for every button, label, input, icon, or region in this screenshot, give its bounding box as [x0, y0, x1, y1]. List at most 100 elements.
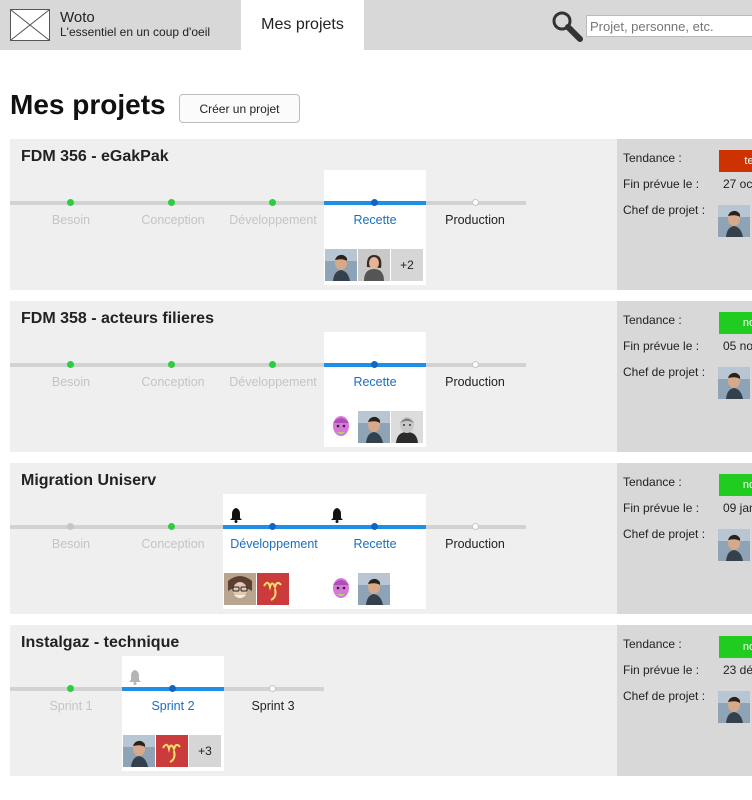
project-info-panel: Tendance : te Fin prévue le : 27 oct Che…: [617, 139, 752, 290]
app-tagline: L'essentiel en un coup d'oeil: [60, 25, 211, 39]
create-project-button[interactable]: Créer un projet: [179, 94, 300, 123]
project-card: FDM 356 - eGakPak Besoin Conception Déve…: [10, 139, 617, 290]
phase-dot: [371, 523, 378, 530]
end-date-label: Fin prévue le :: [623, 339, 700, 353]
timeline-track-done: [10, 525, 223, 529]
project-card: Instalgaz - technique Sprint 1 Sprint 2 …: [10, 625, 617, 776]
timeline-track-done: [10, 363, 324, 367]
phase-dot: [169, 685, 176, 692]
end-date-label: Fin prévue le :: [623, 663, 700, 677]
end-date-value: 05 no: [723, 339, 752, 353]
phase-dot: [168, 361, 175, 368]
trend-label: Tendance :: [623, 151, 682, 165]
phase-label[interactable]: Production: [424, 213, 526, 227]
phase-dot: [67, 685, 74, 692]
team-member-avatar[interactable]: [358, 411, 390, 443]
timeline-track-done: [10, 201, 324, 205]
end-date-label: Fin prévue le :: [623, 177, 700, 191]
project-manager-avatar[interactable]: [718, 529, 750, 561]
project-title[interactable]: Instalgaz - technique: [21, 634, 179, 652]
team-member-avatar[interactable]: [156, 735, 188, 767]
app-name: Woto: [60, 9, 95, 26]
phase-label[interactable]: Développement: [223, 537, 325, 551]
phase-label[interactable]: Développement: [222, 213, 324, 227]
phase-label[interactable]: Besoin: [20, 375, 122, 389]
phase-dot: [67, 361, 74, 368]
phase-dot: [269, 199, 276, 206]
bell-icon[interactable]: [229, 507, 243, 523]
phase-label[interactable]: Conception: [122, 537, 224, 551]
phase-label[interactable]: Sprint 2: [122, 699, 224, 713]
trend-badge: no: [719, 636, 752, 658]
end-date-label: Fin prévue le :: [623, 501, 700, 515]
team-member-avatar[interactable]: [391, 411, 423, 443]
phase-dot: [269, 685, 276, 692]
phase-dot: [472, 523, 479, 530]
trend-badge: te: [719, 150, 752, 172]
team-member-avatar[interactable]: [257, 573, 289, 605]
trend-label: Tendance :: [623, 475, 682, 489]
team-member-avatar[interactable]: [224, 573, 256, 605]
timeline-track-current: [223, 525, 426, 529]
search-icon[interactable]: [550, 10, 584, 44]
project-manager-label: Chef de projet :: [623, 365, 706, 379]
end-date-value: 27 oct: [723, 177, 752, 191]
phase-label[interactable]: Recette: [324, 375, 426, 389]
phase-dot: [472, 199, 479, 206]
project-info-panel: Tendance : no Fin prévue le : 23 dé Chef…: [617, 625, 752, 776]
team-member-avatar[interactable]: [123, 735, 155, 767]
phase-dot: [168, 523, 175, 530]
project-title[interactable]: Migration Uniserv: [21, 472, 156, 490]
top-bar: Woto L'essentiel en un coup d'oeil Mes p…: [0, 0, 752, 50]
timeline-track-done: [10, 687, 122, 691]
project-card: FDM 358 - acteurs filieres Besoin Concep…: [10, 301, 617, 452]
phase-label[interactable]: Recette: [324, 537, 426, 551]
project-manager-avatar[interactable]: [718, 205, 750, 237]
trend-label: Tendance :: [623, 313, 682, 327]
more-members-badge[interactable]: +2: [391, 249, 423, 281]
project-manager-avatar[interactable]: [718, 691, 750, 723]
project-info-panel: Tendance : no Fin prévue le : 09 jan Che…: [617, 463, 752, 614]
phase-dot: [472, 361, 479, 368]
phase-label[interactable]: Besoin: [20, 213, 122, 227]
phase-dot: [269, 361, 276, 368]
bell-icon[interactable]: [330, 507, 344, 523]
project-manager-label: Chef de projet :: [623, 689, 706, 703]
phase-dot: [67, 199, 74, 206]
phase-dot: [269, 523, 276, 530]
search-input[interactable]: [586, 15, 752, 37]
phase-label[interactable]: Sprint 1: [20, 699, 122, 713]
phase-label[interactable]: Recette: [324, 213, 426, 227]
bell-icon[interactable]: [128, 669, 142, 685]
team-member-avatar[interactable]: [325, 411, 357, 443]
project-info-panel: Tendance : no Fin prévue le : 05 no Chef…: [617, 301, 752, 452]
phase-dot: [371, 361, 378, 368]
project-manager-label: Chef de projet :: [623, 203, 706, 217]
phase-label[interactable]: Développement: [222, 375, 324, 389]
team-member-avatar[interactable]: [358, 249, 390, 281]
phase-dot: [371, 199, 378, 206]
phase-label[interactable]: Sprint 3: [222, 699, 324, 713]
phase-label[interactable]: Conception: [122, 213, 224, 227]
trend-label: Tendance :: [623, 637, 682, 651]
phase-label[interactable]: Production: [424, 375, 526, 389]
project-title[interactable]: FDM 356 - eGakPak: [21, 148, 169, 166]
phase-label[interactable]: Besoin: [20, 537, 122, 551]
phase-dot: [168, 199, 175, 206]
end-date-value: 23 dé: [723, 663, 752, 677]
project-manager-avatar[interactable]: [718, 367, 750, 399]
team-member-avatar[interactable]: [325, 573, 357, 605]
phase-label[interactable]: Production: [424, 537, 526, 551]
trend-badge: no: [719, 474, 752, 496]
team-member-avatar[interactable]: [358, 573, 390, 605]
trend-badge: no: [719, 312, 752, 334]
phase-dot: [67, 523, 74, 530]
page-title: Mes projets: [10, 89, 166, 120]
logo-placeholder-icon[interactable]: [10, 9, 50, 41]
project-title[interactable]: FDM 358 - acteurs filieres: [21, 310, 214, 328]
more-members-badge[interactable]: +3: [189, 735, 221, 767]
end-date-value: 09 jan: [723, 501, 752, 515]
team-member-avatar[interactable]: [325, 249, 357, 281]
tab-mes-projets[interactable]: Mes projets: [241, 0, 364, 50]
phase-label[interactable]: Conception: [122, 375, 224, 389]
